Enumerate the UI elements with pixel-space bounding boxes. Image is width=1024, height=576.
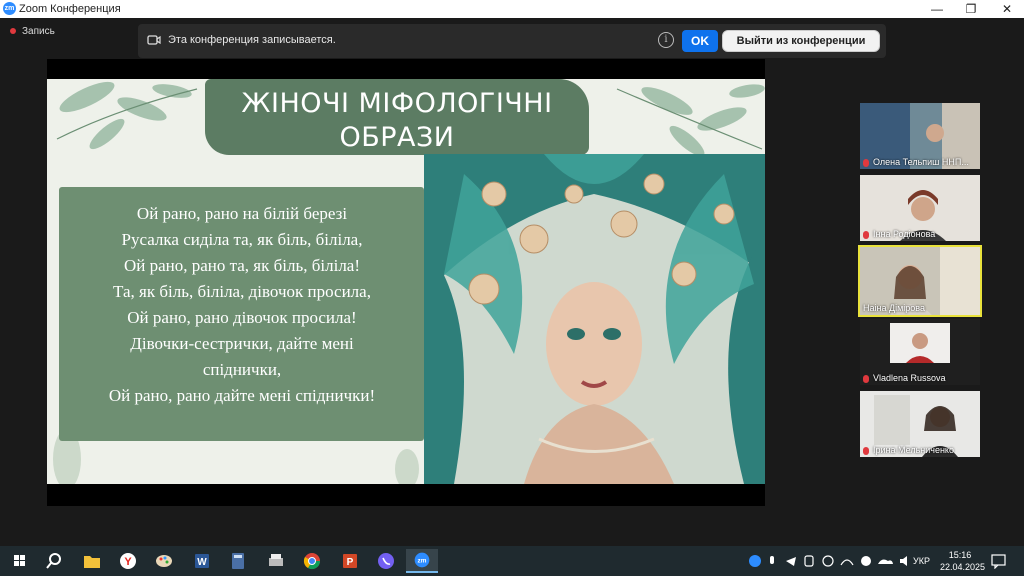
participant-name: Vladlena Russova [863,373,946,383]
svg-text:zm: zm [418,557,427,564]
poem-line: Дівочки-сестрички, дайте мені [130,334,354,353]
muted-mic-icon [863,158,869,167]
clock-date: 22.04.2025 [940,562,986,572]
poem-line: Русалка сиділа та, як біль, біліла, [121,230,363,249]
shared-slide: ЖІНОЧІ МІФОЛОГІЧНІ ОБРАЗИ Ой рано, рано … [47,79,765,484]
svg-text:Y: Y [124,556,132,568]
svg-text:W: W [197,557,207,568]
poem-line: спіднички, [202,360,282,379]
info-icon[interactable]: i [658,32,674,48]
muted-mic-icon [863,374,869,383]
calculator-icon[interactable] [222,549,254,573]
printer-icon[interactable] [260,549,292,573]
maximize-button[interactable]: ❐ [954,0,988,18]
slide-title: ЖІНОЧІ МІФОЛОГІЧНІ ОБРАЗИ [241,88,553,153]
poem-line: Та, як біль, біліла, дівочок просила, [113,282,371,301]
share-letterbox-bottom [47,484,765,506]
window-titlebar: zm Zoom Конференция — ❐ ✕ [0,0,1024,18]
poem-line: Ой рано, рано на білій березі [136,204,348,223]
viber-icon[interactable] [370,549,402,573]
participant-tile[interactable]: Олена Тельпиш ННП... [860,103,980,169]
camera-record-icon [147,35,161,45]
clock-time: 15:16 [948,550,972,560]
svg-text:P: P [347,557,354,568]
recording-banner: Эта конференция записывается. i OK Выйти… [138,24,886,58]
minimize-button[interactable]: — [920,0,954,18]
participant-name: Наіна Дімірова [863,303,925,313]
participant-tile-active-speaker[interactable]: Наіна Дімірова [858,245,982,317]
mermaid-illustration [424,154,765,484]
yandex-browser-icon[interactable]: Y [112,549,144,573]
participant-name: Інна Родіонова [863,229,935,239]
windows-taskbar: Y W P zm УКР 15:16 22.04.2025 [0,546,1024,576]
participant-name: Ірина Мельниченко [863,445,954,455]
powerpoint-icon[interactable]: P [334,549,366,573]
notifications-icon[interactable] [990,553,1008,569]
recording-indicator[interactable]: Запись [10,26,55,37]
participant-tile[interactable]: Ірина Мельниченко [860,391,980,457]
zoom-logo-icon: zm [3,2,16,15]
poem-line: Ой рано, рано та, як біль, біліла! [123,256,361,275]
clock[interactable]: 15:16 22.04.2025 [940,549,986,573]
close-button[interactable]: ✕ [990,0,1024,18]
system-tray-icons[interactable] [748,554,928,568]
search-icon[interactable] [38,549,70,573]
word-icon[interactable]: W [186,549,218,573]
zoom-taskbar-icon[interactable]: zm [406,549,438,573]
recording-label: Запись [22,26,55,37]
muted-mic-icon [863,446,869,455]
file-explorer-icon[interactable] [76,549,108,573]
ok-button[interactable]: OK [682,30,718,52]
share-letterbox-top [47,59,765,79]
poem-text: Ой рано, рано на білій березі Русалка си… [61,201,423,409]
paint-icon[interactable] [148,549,180,573]
participant-tile[interactable]: Vladlena Russova [860,319,980,385]
windows-start-icon[interactable] [4,549,36,573]
recording-message: Эта конференция записывается. [168,34,336,46]
muted-mic-icon [863,230,869,239]
poem-line: Ой рано, рано дівочок просила! [127,308,357,327]
chrome-icon[interactable] [296,549,328,573]
participant-tile[interactable]: Інна Родіонова [860,175,980,241]
language-indicator[interactable]: УКР [913,556,930,566]
poem-line: Ой рано, рано дайте мені спіднички! [108,386,376,405]
participant-name: Олена Тельпиш ННП... [863,157,969,167]
window-title: Zoom Конференция [19,3,121,15]
leave-meeting-button[interactable]: Выйти из конференции [722,30,880,52]
record-dot-icon [10,28,16,35]
